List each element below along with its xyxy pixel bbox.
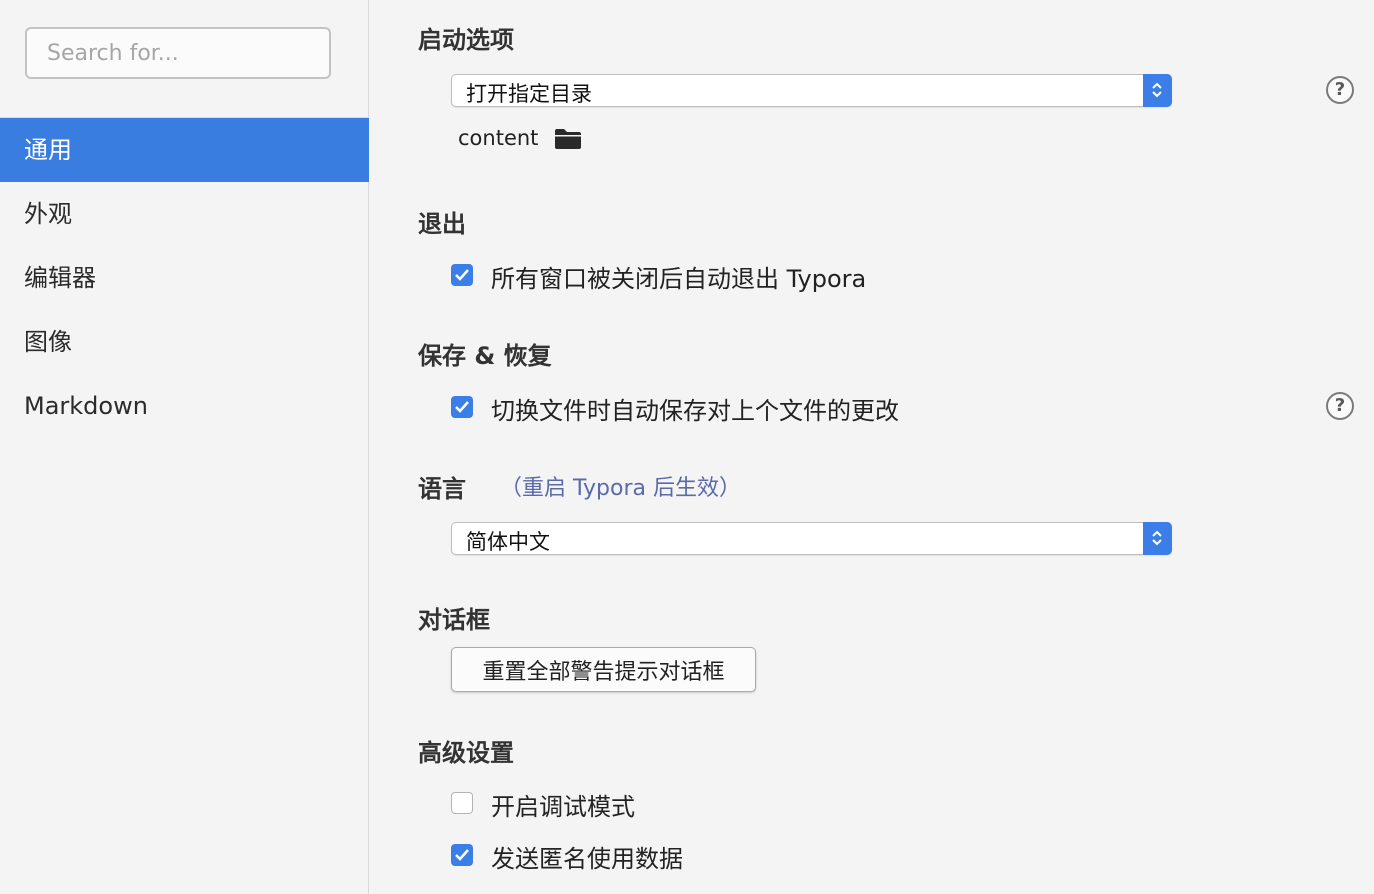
language-hint: （重启 Typora 后生效） <box>500 476 741 501</box>
analytics-label: 发送匿名使用数据 <box>491 845 683 873</box>
stepper-icon <box>1143 74 1172 107</box>
language-select[interactable]: 简体中文 <box>451 522 1172 555</box>
checkmark-icon <box>455 269 469 281</box>
debug-mode-checkbox[interactable] <box>451 792 473 814</box>
startup-select-value: 打开指定目录 <box>466 82 592 106</box>
analytics-checkbox[interactable] <box>451 844 473 866</box>
help-icon[interactable]: ? <box>1326 392 1354 420</box>
section-title-language: 语言 <box>418 475 466 503</box>
startup-select[interactable]: 打开指定目录 <box>451 74 1172 107</box>
settings-panel: 启动选项 打开指定目录 ? content 退出 所有窗口被关闭后自动退出 Ty… <box>370 0 1374 894</box>
sidebar-item-editor[interactable]: 编辑器 <box>0 246 369 310</box>
reset-dialogs-button[interactable]: 重置全部警告提示对话框 <box>451 647 756 692</box>
autosave-checkbox[interactable] <box>451 396 473 418</box>
stepper-icon <box>1143 522 1172 555</box>
quit-checkbox-label: 所有窗口被关闭后自动退出 Typora <box>491 265 867 293</box>
debug-mode-label: 开启调试模式 <box>491 793 635 821</box>
search-input[interactable] <box>27 29 329 77</box>
section-title-dialog: 对话框 <box>418 606 490 634</box>
sidebar-item-general[interactable]: 通用 <box>0 118 369 182</box>
folder-icon[interactable] <box>554 128 582 154</box>
sidebar-item-image[interactable]: 图像 <box>0 310 369 374</box>
checkmark-icon <box>455 401 469 413</box>
checkmark-icon <box>455 849 469 861</box>
section-title-startup: 启动选项 <box>418 26 514 54</box>
sidebar: 通用 外观 编辑器 图像 Markdown <box>0 0 369 894</box>
quit-checkbox[interactable] <box>451 264 473 286</box>
section-title-save: 保存 & 恢复 <box>418 342 552 370</box>
folder-path-text: content <box>458 126 539 150</box>
section-title-quit: 退出 <box>418 210 466 238</box>
search-box[interactable] <box>25 27 331 79</box>
language-select-value: 简体中文 <box>466 530 550 554</box>
sidebar-item-appearance[interactable]: 外观 <box>0 182 369 246</box>
help-icon[interactable]: ? <box>1326 76 1354 104</box>
sidebar-item-markdown[interactable]: Markdown <box>0 374 369 438</box>
section-title-advanced: 高级设置 <box>418 739 514 767</box>
autosave-checkbox-label: 切换文件时自动保存对上个文件的更改 <box>491 397 899 425</box>
sidebar-nav: 通用 外观 编辑器 图像 Markdown <box>0 118 369 438</box>
